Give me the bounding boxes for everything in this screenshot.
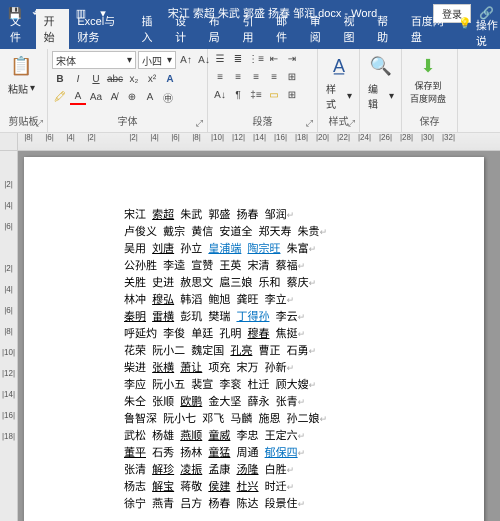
group-editing-label bbox=[364, 116, 397, 130]
grow-font-icon[interactable]: A↑ bbox=[178, 52, 194, 68]
cloud-save-icon: ⬇ bbox=[415, 53, 441, 79]
find-icon: 🔍 bbox=[368, 53, 394, 79]
justify-icon[interactable]: ≡ bbox=[266, 69, 282, 85]
tab-references[interactable]: 引用 bbox=[234, 9, 268, 49]
tab-review[interactable]: 审阅 bbox=[302, 9, 336, 49]
tab-excel-finance[interactable]: Excel与财务 bbox=[69, 9, 133, 49]
distribute-icon[interactable]: ⊞ bbox=[284, 69, 300, 85]
char-border-icon[interactable]: A bbox=[142, 89, 158, 105]
phonetic-icon[interactable]: ⊕ bbox=[124, 89, 140, 105]
editing-button[interactable]: 🔍 编辑 ▾ bbox=[364, 51, 398, 113]
document-area: |2||4||6||2||4||6||8||10||12||14||16||18… bbox=[0, 151, 500, 521]
group-save-label: 保存 bbox=[420, 117, 440, 128]
ribbon-tabs: 文件 开始 Excel与财务 插入 设计 布局 引用 邮件 审阅 视图 帮助 百… bbox=[0, 26, 500, 49]
multilevel-icon[interactable]: ⋮≡ bbox=[248, 51, 264, 67]
save-baidu-button[interactable]: ⬇ 保存到百度网盘 bbox=[406, 51, 450, 107]
page[interactable]: 宋江 索超 朱武 郭盛 扬春 邹润↵卢俊义 戴宗 黄信 安道全 郑天寿 朱贵↵吴… bbox=[24, 157, 484, 521]
tab-file[interactable]: 文件 bbox=[2, 9, 36, 49]
borders-icon[interactable]: ⊞ bbox=[284, 87, 300, 103]
text-effects-button[interactable]: A bbox=[162, 71, 178, 87]
clear-format-icon[interactable]: A̸ bbox=[106, 89, 122, 105]
font-color-icon[interactable]: A bbox=[70, 89, 86, 105]
paste-icon: 📋 bbox=[9, 53, 35, 79]
align-left-icon[interactable]: ≡ bbox=[212, 69, 228, 85]
ribbon: 📋 粘贴 ▾ 剪贴板⤢ 宋体▾ 小四▾ A↑ A↓ B I U abc x₂ x… bbox=[0, 49, 500, 133]
group-editing: 🔍 编辑 ▾ bbox=[360, 49, 402, 132]
shading-icon[interactable]: ▭ bbox=[266, 87, 282, 103]
tab-insert[interactable]: 插入 bbox=[133, 9, 167, 49]
bulb-icon: 💡 bbox=[458, 17, 472, 49]
tab-view[interactable]: 视图 bbox=[335, 9, 369, 49]
document-body[interactable]: 宋江 索超 朱武 郭盛 扬春 邹润↵卢俊义 戴宗 黄信 安道全 郑天寿 朱贵↵吴… bbox=[124, 207, 384, 513]
styles-launcher-icon[interactable]: ⤢ bbox=[348, 116, 355, 130]
inc-indent-icon[interactable]: ⇥ bbox=[284, 51, 300, 67]
styles-icon: A̲ bbox=[326, 53, 352, 79]
bold-button[interactable]: B bbox=[52, 71, 68, 87]
tab-layout[interactable]: 布局 bbox=[201, 9, 235, 49]
para-launcher-icon[interactable]: ⤢ bbox=[306, 116, 313, 130]
tab-baidu[interactable]: 百度网盘 bbox=[403, 9, 454, 49]
show-marks-icon[interactable]: ¶ bbox=[230, 87, 246, 103]
paste-button[interactable]: 📋 粘贴 ▾ bbox=[4, 51, 39, 98]
bullets-icon[interactable]: ☰ bbox=[212, 51, 228, 67]
ruler-corner bbox=[0, 133, 18, 150]
italic-button[interactable]: I bbox=[70, 71, 86, 87]
sort-icon[interactable]: A↓ bbox=[212, 87, 228, 103]
change-case-icon[interactable]: Aa bbox=[88, 89, 104, 105]
strike-button[interactable]: abc bbox=[106, 71, 124, 87]
group-font-label: 字体 bbox=[118, 117, 138, 128]
group-paragraph-label: 段落 bbox=[253, 117, 273, 128]
font-size-combo[interactable]: 小四▾ bbox=[138, 51, 176, 69]
group-styles-label: 样式 bbox=[329, 117, 349, 128]
enclose-icon[interactable]: ㊥ bbox=[160, 89, 176, 105]
line-spacing-icon[interactable]: ‡≡ bbox=[248, 87, 264, 103]
group-styles: A̲ 样式 ▾ 样式⤢ bbox=[318, 49, 360, 132]
styles-button[interactable]: A̲ 样式 ▾ bbox=[322, 51, 356, 113]
group-save: ⬇ 保存到百度网盘 保存 bbox=[402, 49, 458, 132]
font-launcher-icon[interactable]: ⤢ bbox=[196, 116, 203, 130]
underline-button[interactable]: U bbox=[88, 71, 104, 87]
clipboard-launcher-icon[interactable]: ⤢ bbox=[36, 116, 43, 130]
group-font: 宋体▾ 小四▾ A↑ A↓ B I U abc x₂ x² A 🖍 A Aa A… bbox=[48, 49, 208, 132]
group-clipboard-label: 剪贴板 bbox=[9, 117, 39, 128]
tab-mailings[interactable]: 邮件 bbox=[268, 9, 302, 49]
tab-help[interactable]: 帮助 bbox=[369, 9, 403, 49]
tab-design[interactable]: 设计 bbox=[167, 9, 201, 49]
ruler-row: |8||6||4||2||2||4||6||8||10||12||14||16|… bbox=[0, 133, 500, 151]
horizontal-ruler[interactable]: |8||6||4||2||2||4||6||8||10||12||14||16|… bbox=[18, 133, 500, 150]
dec-indent-icon[interactable]: ⇤ bbox=[266, 51, 282, 67]
numbering-icon[interactable]: ≣ bbox=[230, 51, 246, 67]
vertical-ruler[interactable]: |2||4||6||2||4||6||8||10||12||14||16||18… bbox=[0, 151, 18, 521]
align-right-icon[interactable]: ≡ bbox=[248, 69, 264, 85]
font-name-combo[interactable]: 宋体▾ bbox=[52, 51, 136, 69]
tab-home[interactable]: 开始 bbox=[36, 9, 70, 49]
group-paragraph: ☰ ≣ ⋮≡ ⇤ ⇥ ≡ ≡ ≡ ≡ ⊞ A↓ ¶ ‡≡ ▭ ⊞ 段落 ⤢ bbox=[208, 49, 318, 132]
align-center-icon[interactable]: ≡ bbox=[230, 69, 246, 85]
superscript-button[interactable]: x² bbox=[144, 71, 160, 87]
tell-me[interactable]: 操作说 bbox=[476, 17, 498, 49]
highlight-icon[interactable]: 🖍 bbox=[52, 89, 68, 105]
page-scroll[interactable]: 宋江 索超 朱武 郭盛 扬春 邹润↵卢俊义 戴宗 黄信 安道全 郑天寿 朱贵↵吴… bbox=[18, 151, 500, 521]
subscript-button[interactable]: x₂ bbox=[126, 71, 142, 87]
group-clipboard: 📋 粘贴 ▾ 剪贴板⤢ bbox=[0, 49, 48, 132]
